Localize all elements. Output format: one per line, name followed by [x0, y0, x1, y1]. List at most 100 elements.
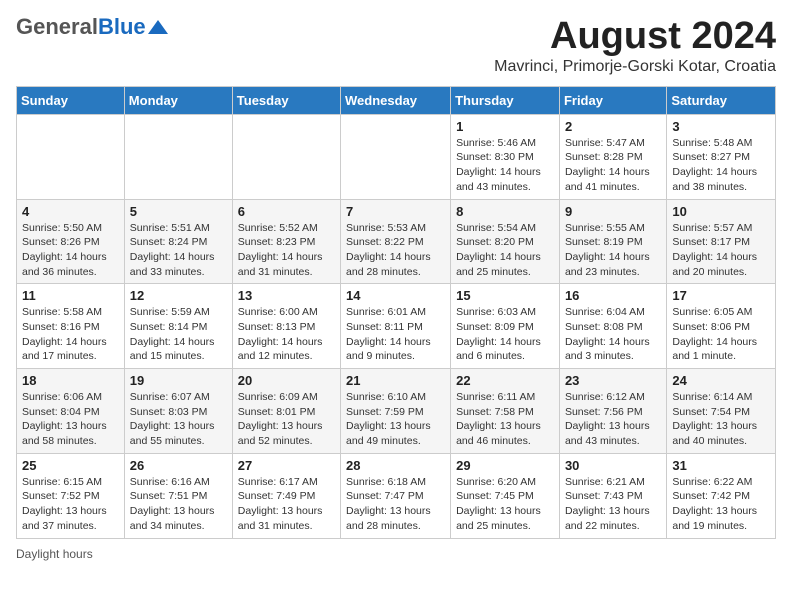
- cell-info: Sunrise: 5:57 AM Sunset: 8:17 PM Dayligh…: [672, 221, 770, 280]
- cell-info: Sunrise: 6:14 AM Sunset: 7:54 PM Dayligh…: [672, 390, 770, 449]
- cell-date: 28: [346, 458, 445, 473]
- logo-icon: [148, 16, 170, 38]
- calendar-day-header: Monday: [124, 86, 232, 114]
- cell-info: Sunrise: 6:05 AM Sunset: 8:06 PM Dayligh…: [672, 305, 770, 364]
- calendar-cell: 28Sunrise: 6:18 AM Sunset: 7:47 PM Dayli…: [341, 453, 451, 538]
- calendar-week-row: 11Sunrise: 5:58 AM Sunset: 8:16 PM Dayli…: [17, 284, 776, 369]
- cell-date: 7: [346, 204, 445, 219]
- cell-info: Sunrise: 6:21 AM Sunset: 7:43 PM Dayligh…: [565, 475, 661, 534]
- cell-date: 14: [346, 288, 445, 303]
- calendar-cell: 7Sunrise: 5:53 AM Sunset: 8:22 PM Daylig…: [341, 199, 451, 284]
- calendar-day-header: Saturday: [667, 86, 776, 114]
- title-block: August 2024 Mavrinci, Primorje-Gorski Ko…: [494, 16, 776, 76]
- calendar-cell: 30 Sunrise: 6:21 AM Sunset: 7:43 PM Dayli…: [559, 453, 666, 538]
- cell-date: 4: [22, 204, 119, 219]
- cell-date: 20: [238, 373, 335, 388]
- cell-date: 21: [346, 373, 445, 388]
- cell-info: Sunrise: 6:22 AM Sunset: 7:42 PM Dayligh…: [672, 475, 770, 534]
- cell-date: 24: [672, 373, 770, 388]
- cell-info: Sunrise: 5:51 AM Sunset: 8:24 PM Dayligh…: [130, 221, 227, 280]
- cell-date: 27: [238, 458, 335, 473]
- calendar-cell: 24 Sunrise: 6:14 AM Sunset: 7:54 PM Dayli…: [667, 369, 776, 454]
- cell-info: Sunrise: 5:50 AM Sunset: 8:26 PM Dayligh…: [22, 221, 119, 280]
- cell-date: 13: [238, 288, 335, 303]
- cell-date: 15: [456, 288, 554, 303]
- cell-info: Sunrise: 6:17 AM Sunset: 7:49 PM Dayligh…: [238, 475, 335, 534]
- calendar-week-row: 4 Sunrise: 5:50 AM Sunset: 8:26 PM Daylig…: [17, 199, 776, 284]
- calendar-cell: [17, 114, 125, 199]
- cell-date: 9: [565, 204, 661, 219]
- cell-info: Sunrise: 6:06 AM Sunset: 8:04 PM Dayligh…: [22, 390, 119, 449]
- calendar-cell: 18 Sunrise: 6:06 AM Sunset: 8:04 PM Dayli…: [17, 369, 125, 454]
- cell-date: 22: [456, 373, 554, 388]
- cell-info: Sunrise: 5:46 AM Sunset: 8:30 PM Dayligh…: [456, 136, 554, 195]
- cell-date: 30: [565, 458, 661, 473]
- calendar-cell: 19Sunrise: 6:07 AM Sunset: 8:03 PM Dayli…: [124, 369, 232, 454]
- cell-info: Sunrise: 6:11 AM Sunset: 7:58 PM Dayligh…: [456, 390, 554, 449]
- calendar-cell: 22 Sunrise: 6:11 AM Sunset: 7:58 PM Dayli…: [451, 369, 560, 454]
- cell-date: 17: [672, 288, 770, 303]
- calendar-day-header: Thursday: [451, 86, 560, 114]
- calendar-day-header: Sunday: [17, 86, 125, 114]
- footer: Daylight hours: [16, 547, 776, 561]
- cell-info: Sunrise: 5:48 AM Sunset: 8:27 PM Dayligh…: [672, 136, 770, 195]
- cell-info: Sunrise: 6:04 AM Sunset: 8:08 PM Dayligh…: [565, 305, 661, 364]
- cell-info: Sunrise: 5:55 AM Sunset: 8:19 PM Dayligh…: [565, 221, 661, 280]
- page-header: GeneralBlue August 2024 Mavrinci, Primor…: [16, 16, 776, 76]
- calendar-day-header: Tuesday: [232, 86, 340, 114]
- calendar-cell: 23 Sunrise: 6:12 AM Sunset: 7:56 PM Dayli…: [559, 369, 666, 454]
- cell-date: 31: [672, 458, 770, 473]
- cell-date: 11: [22, 288, 119, 303]
- calendar-cell: 25 Sunrise: 6:15 AM Sunset: 7:52 PM Dayli…: [17, 453, 125, 538]
- cell-info: Sunrise: 6:15 AM Sunset: 7:52 PM Dayligh…: [22, 475, 119, 534]
- cell-info: Sunrise: 6:03 AM Sunset: 8:09 PM Dayligh…: [456, 305, 554, 364]
- cell-date: 25: [22, 458, 119, 473]
- daylight-label: Daylight hours: [16, 547, 93, 561]
- cell-info: Sunrise: 6:20 AM Sunset: 7:45 PM Dayligh…: [456, 475, 554, 534]
- calendar-cell: 8Sunrise: 5:54 AM Sunset: 8:20 PM Daylig…: [451, 199, 560, 284]
- calendar-cell: 17 Sunrise: 6:05 AM Sunset: 8:06 PM Dayli…: [667, 284, 776, 369]
- cell-date: 2: [565, 119, 661, 134]
- cell-info: Sunrise: 6:09 AM Sunset: 8:01 PM Dayligh…: [238, 390, 335, 449]
- cell-info: Sunrise: 6:10 AM Sunset: 7:59 PM Dayligh…: [346, 390, 445, 449]
- cell-date: 18: [22, 373, 119, 388]
- cell-info: Sunrise: 6:07 AM Sunset: 8:03 PM Dayligh…: [130, 390, 227, 449]
- calendar-cell: 5 Sunrise: 5:51 AM Sunset: 8:24 PM Daylig…: [124, 199, 232, 284]
- calendar-week-row: 1Sunrise: 5:46 AM Sunset: 8:30 PM Daylig…: [17, 114, 776, 199]
- calendar-cell: 14 Sunrise: 6:01 AM Sunset: 8:11 PM Dayli…: [341, 284, 451, 369]
- logo-general: GeneralBlue: [16, 16, 146, 38]
- calendar-cell: 3Sunrise: 5:48 AM Sunset: 8:27 PM Daylig…: [667, 114, 776, 199]
- calendar-day-header: Friday: [559, 86, 666, 114]
- cell-info: Sunrise: 5:47 AM Sunset: 8:28 PM Dayligh…: [565, 136, 661, 195]
- cell-info: Sunrise: 6:16 AM Sunset: 7:51 PM Dayligh…: [130, 475, 227, 534]
- calendar-cell: 6Sunrise: 5:52 AM Sunset: 8:23 PM Daylig…: [232, 199, 340, 284]
- cell-date: 16: [565, 288, 661, 303]
- cell-info: Sunrise: 6:12 AM Sunset: 7:56 PM Dayligh…: [565, 390, 661, 449]
- cell-date: 23: [565, 373, 661, 388]
- calendar-table: SundayMondayTuesdayWednesdayThursdayFrid…: [16, 86, 776, 539]
- calendar-week-row: 18 Sunrise: 6:06 AM Sunset: 8:04 PM Dayli…: [17, 369, 776, 454]
- calendar-cell: 11Sunrise: 5:58 AM Sunset: 8:16 PM Dayli…: [17, 284, 125, 369]
- calendar-cell: 26 Sunrise: 6:16 AM Sunset: 7:51 PM Dayli…: [124, 453, 232, 538]
- cell-info: Sunrise: 5:54 AM Sunset: 8:20 PM Dayligh…: [456, 221, 554, 280]
- calendar-week-row: 25 Sunrise: 6:15 AM Sunset: 7:52 PM Dayli…: [17, 453, 776, 538]
- cell-date: 12: [130, 288, 227, 303]
- calendar-cell: 27 Sunrise: 6:17 AM Sunset: 7:49 PM Dayli…: [232, 453, 340, 538]
- calendar-cell: 29 Sunrise: 6:20 AM Sunset: 7:45 PM Dayli…: [451, 453, 560, 538]
- calendar-cell: 12 Sunrise: 5:59 AM Sunset: 8:14 PM Dayli…: [124, 284, 232, 369]
- calendar-cell: 13Sunrise: 6:00 AM Sunset: 8:13 PM Dayli…: [232, 284, 340, 369]
- cell-date: 26: [130, 458, 227, 473]
- calendar-header-row: SundayMondayTuesdayWednesdayThursdayFrid…: [17, 86, 776, 114]
- calendar-cell: 4 Sunrise: 5:50 AM Sunset: 8:26 PM Daylig…: [17, 199, 125, 284]
- calendar-cell: [124, 114, 232, 199]
- cell-date: 29: [456, 458, 554, 473]
- cell-info: Sunrise: 5:59 AM Sunset: 8:14 PM Dayligh…: [130, 305, 227, 364]
- calendar-cell: 10Sunrise: 5:57 AM Sunset: 8:17 PM Dayli…: [667, 199, 776, 284]
- calendar-cell: [341, 114, 451, 199]
- calendar-cell: [232, 114, 340, 199]
- logo: GeneralBlue: [16, 16, 170, 38]
- calendar-day-header: Wednesday: [341, 86, 451, 114]
- calendar-cell: 16 Sunrise: 6:04 AM Sunset: 8:08 PM Dayli…: [559, 284, 666, 369]
- cell-info: Sunrise: 6:01 AM Sunset: 8:11 PM Dayligh…: [346, 305, 445, 364]
- cell-date: 5: [130, 204, 227, 219]
